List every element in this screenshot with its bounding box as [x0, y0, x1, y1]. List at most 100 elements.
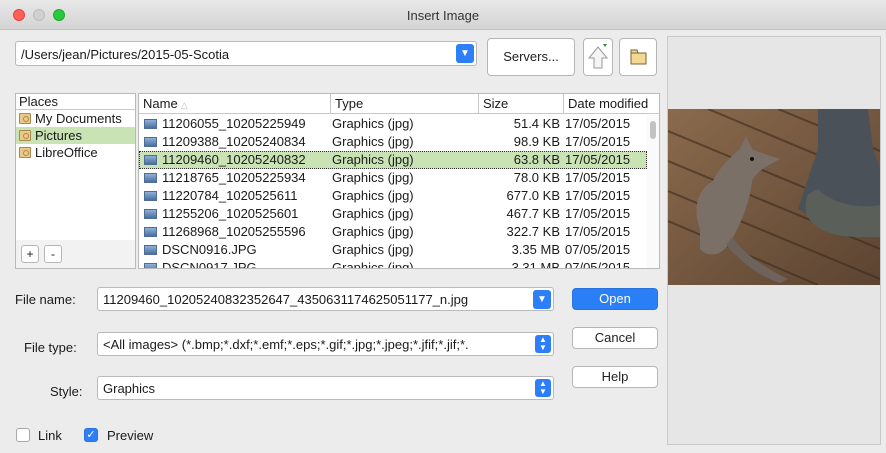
file-row[interactable]: 11255206_1020525601 Graphics (jpg) 467.7…	[139, 205, 647, 223]
file-list-header: Name △ Type Size Date modified	[139, 94, 659, 114]
image-file-icon	[144, 191, 157, 201]
place-item-my-documents[interactable]: My Documents	[16, 110, 135, 127]
file-size: 3.35 MB	[511, 242, 560, 257]
column-header-date[interactable]: Date modified	[564, 94, 659, 114]
preview-checkbox[interactable]: ✓	[84, 428, 98, 442]
file-size: 467.7 KB	[506, 206, 561, 221]
insert-image-dialog: Insert Image /Users/jean/Pictures/2015-0…	[0, 0, 886, 453]
folder-up-icon	[587, 44, 609, 69]
file-name-combobox[interactable]: 11209460_10205240832352647_4350631174625…	[97, 287, 554, 311]
style-label: Style:	[50, 384, 83, 399]
remove-place-button[interactable]: -	[44, 245, 62, 263]
image-file-icon	[144, 155, 157, 165]
image-preview	[668, 109, 880, 285]
updown-chevron-icon[interactable]: ▲ ▼	[535, 335, 551, 353]
file-name: 11218765_10205225934	[162, 170, 306, 185]
window-title: Insert Image	[406, 8, 480, 23]
path-combobox[interactable]: /Users/jean/Pictures/2015-05-Scotia ▼	[15, 41, 477, 66]
folder-icon	[19, 130, 31, 141]
file-type: Graphics (jpg)	[332, 152, 414, 167]
file-row[interactable]: 11206055_10205225949 Graphics (jpg) 51.4…	[139, 115, 647, 133]
sort-up-icon: △	[180, 100, 188, 110]
file-name: 11209460_10205240832	[162, 152, 306, 167]
file-size: 63.8 KB	[513, 152, 560, 167]
column-header-name[interactable]: Name △	[139, 94, 331, 114]
chevron-down-icon[interactable]: ▼	[533, 290, 551, 309]
file-name-label: File name:	[15, 292, 76, 307]
place-label: LibreOffice	[35, 145, 98, 160]
file-type-label: File type:	[24, 340, 77, 355]
column-header-type[interactable]: Type	[331, 94, 479, 114]
file-size: 78.0 KB	[513, 170, 560, 185]
places-panel: Places My Documents Pictures LibreOffice…	[15, 93, 136, 269]
scrollbar-thumb[interactable]	[650, 121, 656, 139]
file-list: Name △ Type Size Date modified 11206055_1…	[138, 93, 660, 269]
file-size: 322.7 KB	[506, 224, 561, 239]
file-size: 677.0 KB	[506, 188, 561, 203]
place-item-pictures[interactable]: Pictures	[16, 127, 135, 144]
cancel-button[interactable]: Cancel	[572, 327, 658, 349]
add-place-button[interactable]: +	[21, 245, 39, 263]
file-name: DSCN0917.JPG	[162, 260, 257, 269]
file-type-value: <All images> (*.bmp;*.dxf;*.emf;*.eps;*.…	[103, 337, 469, 352]
places-footer: + -	[16, 240, 135, 268]
image-file-icon	[144, 227, 157, 237]
updown-chevron-icon[interactable]: ▲ ▼	[535, 379, 551, 397]
file-name: 11220784_1020525611	[162, 188, 298, 203]
help-button[interactable]: Help	[572, 366, 658, 388]
image-file-icon	[144, 173, 157, 183]
file-name: 11268968_10205255596	[162, 224, 306, 239]
file-row[interactable]: 11268968_10205255596 Graphics (jpg) 322.…	[139, 223, 647, 241]
folder-icon	[19, 113, 31, 124]
file-name-value: 11209460_10205240832352647_4350631174625…	[103, 292, 469, 307]
file-type-select[interactable]: <All images> (*.bmp;*.dxf;*.emf;*.eps;*.…	[97, 332, 554, 356]
place-label: Pictures	[35, 128, 82, 143]
file-row[interactable]: DSCN0917.JPG Graphics (jpg) 3.31 MB 07/0…	[139, 259, 647, 269]
file-date: 17/05/2015	[565, 134, 631, 149]
folder-icon	[19, 147, 31, 158]
file-date: 17/05/2015	[565, 170, 631, 185]
file-name: 11209388_10205240834	[162, 134, 306, 149]
image-file-icon	[144, 263, 157, 268]
file-row[interactable]: 11209388_10205240834 Graphics (jpg) 98.9…	[139, 133, 647, 151]
parent-folder-button[interactable]	[583, 38, 613, 76]
column-header-size[interactable]: Size	[479, 94, 564, 114]
wallaby-photo	[668, 109, 880, 285]
file-type: Graphics (jpg)	[332, 206, 414, 221]
place-label: My Documents	[35, 111, 122, 126]
style-value: Graphics	[103, 381, 156, 396]
file-type: Graphics (jpg)	[332, 116, 414, 131]
file-row[interactable]: 11218765_10205225934 Graphics (jpg) 78.0…	[139, 169, 647, 187]
new-folder-button[interactable]	[619, 38, 657, 76]
file-date: 17/05/2015	[565, 152, 631, 167]
checkmark-icon: ✓	[86, 429, 96, 441]
title-bar: Insert Image	[0, 0, 886, 30]
file-name: DSCN0916.JPG	[162, 242, 257, 257]
place-item-libreoffice[interactable]: LibreOffice	[16, 144, 135, 161]
servers-button[interactable]: Servers...	[487, 38, 575, 76]
file-date: 07/05/2015	[565, 242, 631, 257]
link-checkbox[interactable]	[16, 428, 30, 442]
image-file-icon	[144, 137, 157, 147]
file-row[interactable]: 11220784_1020525611 Graphics (jpg) 677.0…	[139, 187, 647, 205]
file-name: 11255206_1020525601	[162, 206, 299, 221]
file-date: 17/05/2015	[565, 116, 631, 131]
file-size: 51.4 KB	[513, 116, 560, 131]
open-button[interactable]: Open	[572, 288, 658, 310]
chevron-down-icon[interactable]: ▼	[456, 44, 474, 63]
link-label[interactable]: Link	[38, 428, 62, 443]
image-preview-panel	[667, 36, 881, 445]
file-date: 07/05/2015	[565, 260, 631, 269]
file-type: Graphics (jpg)	[332, 242, 414, 257]
file-row[interactable]: DSCN0916.JPG Graphics (jpg) 3.35 MB 07/0…	[139, 241, 647, 259]
style-select[interactable]: Graphics ▲ ▼	[97, 376, 554, 400]
file-row-selected[interactable]: 11209460_10205240832 Graphics (jpg) 63.8…	[139, 151, 647, 169]
file-type: Graphics (jpg)	[332, 260, 414, 269]
file-type: Graphics (jpg)	[332, 170, 414, 185]
preview-label[interactable]: Preview	[107, 428, 153, 443]
file-date: 17/05/2015	[565, 206, 631, 221]
path-value: /Users/jean/Pictures/2015-05-Scotia	[21, 47, 230, 62]
file-type: Graphics (jpg)	[332, 188, 414, 203]
image-file-icon	[144, 119, 157, 129]
file-type: Graphics (jpg)	[332, 224, 414, 239]
